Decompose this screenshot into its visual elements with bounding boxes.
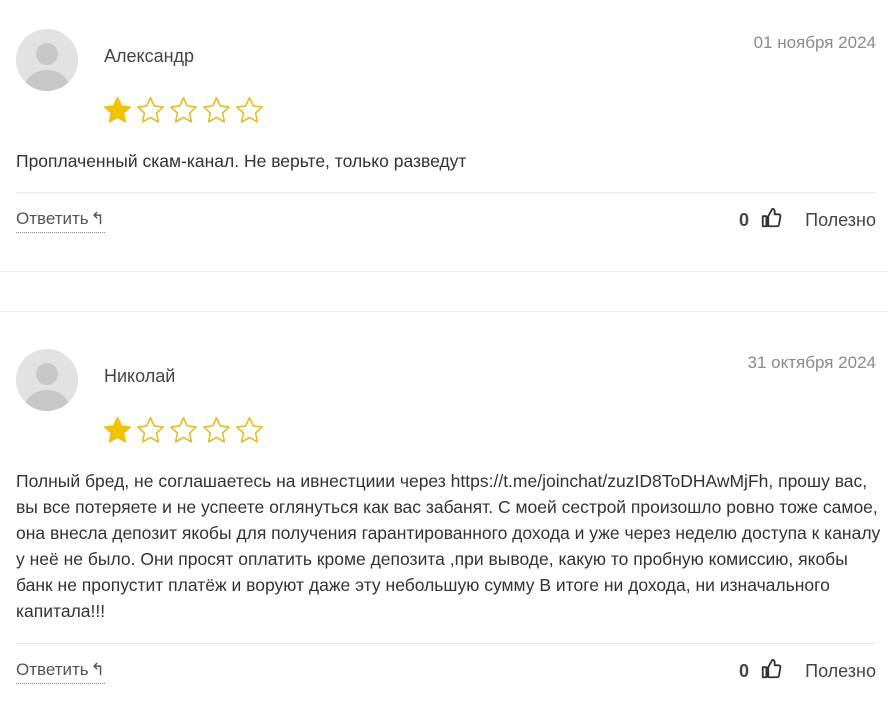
star-rating — [102, 415, 265, 446]
star-filled-icon — [104, 97, 131, 123]
author-name: Александр — [104, 46, 195, 66]
useful-button[interactable]: Полезно — [805, 210, 876, 231]
star-empty-icon — [203, 97, 230, 123]
review-date: 01 ноября 2024 — [753, 33, 876, 52]
reply-link[interactable]: Ответить ↰ — [16, 209, 105, 233]
thumbs-up-icon[interactable] — [760, 658, 782, 680]
reply-label: Ответить — [16, 209, 89, 228]
review-text: Проплаченный скам-канал. Не верьте, толь… — [16, 151, 467, 171]
review-separator — [0, 271, 888, 272]
useful-count: 0 — [738, 210, 749, 230]
useful-count: 0 — [738, 661, 749, 681]
author-name: Николай — [104, 366, 176, 386]
review-text: Полный бред, не соглашаетесь на ивнестци… — [16, 471, 881, 621]
star-empty-icon — [170, 97, 197, 123]
star-empty-icon — [170, 417, 197, 443]
star-rating — [102, 95, 265, 126]
review-separator — [0, 311, 888, 312]
divider — [16, 192, 876, 193]
star-empty-icon — [137, 417, 164, 443]
avatar — [16, 349, 78, 411]
reply-arrow-icon: ↰ — [90, 209, 105, 228]
review-date: 31 октября 2024 — [747, 353, 876, 372]
reply-label: Ответить — [16, 660, 89, 679]
avatar — [16, 29, 78, 91]
reply-arrow-icon: ↰ — [90, 660, 105, 679]
user-placeholder-icon — [16, 349, 78, 411]
thumbs-up-icon[interactable] — [760, 207, 782, 229]
star-empty-icon — [137, 97, 164, 123]
star-empty-icon — [236, 417, 263, 443]
useful-button[interactable]: Полезно — [805, 661, 876, 682]
divider — [16, 643, 876, 644]
star-filled-icon — [104, 417, 131, 443]
reply-link[interactable]: Ответить ↰ — [16, 660, 105, 684]
user-placeholder-icon — [16, 29, 78, 91]
star-empty-icon — [203, 417, 230, 443]
star-empty-icon — [236, 97, 263, 123]
